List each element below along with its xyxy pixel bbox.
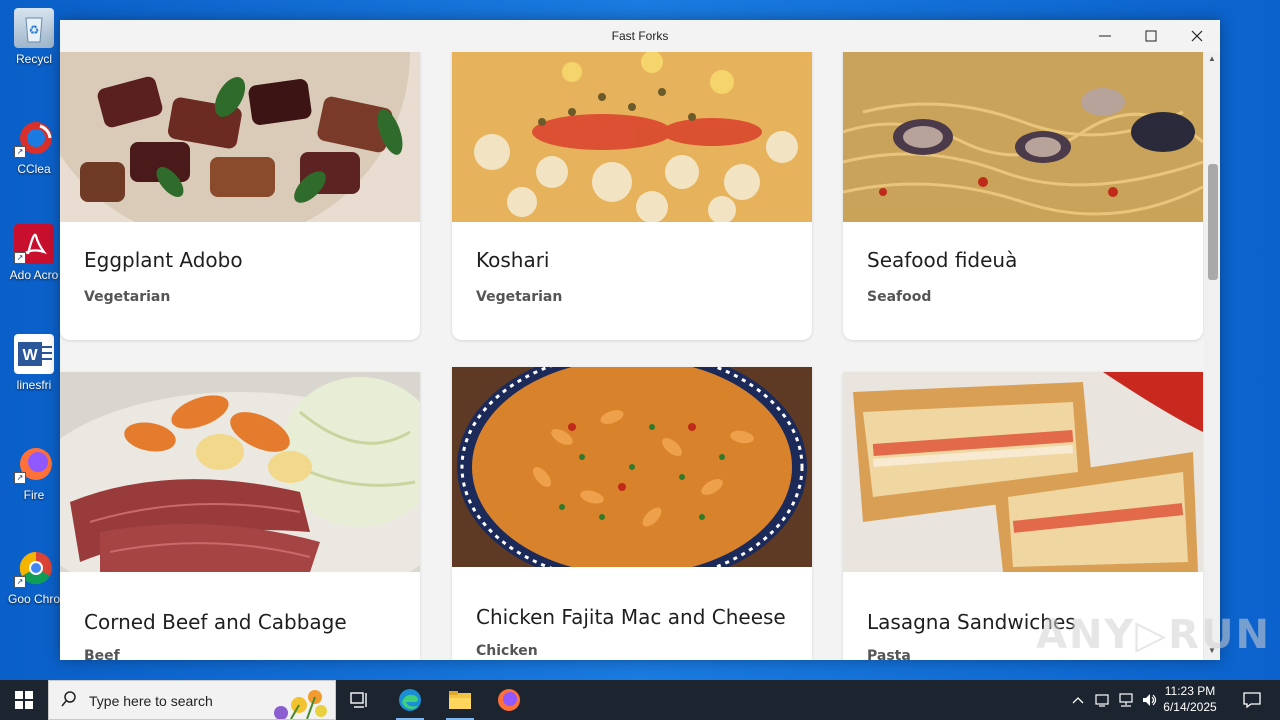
volume-icon	[1143, 694, 1157, 706]
meet-now-icon	[1095, 694, 1109, 707]
shortcut-arrow-icon: ↗	[14, 472, 26, 484]
action-center-button[interactable]	[1232, 680, 1272, 720]
meet-now-tray-button[interactable]	[1092, 680, 1112, 720]
recipe-category: Vegetarian	[476, 289, 563, 305]
desktop-icon-label: Ado Acro	[9, 268, 59, 282]
firefox-taskbar-button[interactable]	[485, 680, 533, 720]
search-placeholder: Type here to search	[89, 693, 213, 709]
koshari-photo	[452, 52, 812, 222]
shortcut-arrow-icon: ↗	[14, 576, 26, 588]
show-hidden-icons-button[interactable]	[1068, 680, 1088, 720]
desktop-icon-word-doc[interactable]: W linesfri	[4, 334, 64, 392]
taskbar-search-box[interactable]: Type here to search	[48, 680, 336, 720]
start-button[interactable]	[0, 680, 48, 720]
recipe-card-koshari[interactable]: Koshari Vegetarian	[452, 52, 812, 340]
clock-date: 6/14/2025	[1163, 700, 1217, 714]
corned-beef-photo	[60, 372, 420, 572]
maximize-icon	[1145, 30, 1157, 42]
recipe-card-eggplant-adobo[interactable]: Eggplant Adobo Vegetarian	[60, 52, 420, 340]
window-title: Fast Forks	[611, 29, 669, 43]
vertical-scrollbar[interactable]: ▲ ▼	[1204, 52, 1220, 660]
desktop-icon-label: Recycl	[15, 52, 52, 66]
lasagna-sandwich-photo	[843, 372, 1203, 572]
scroll-up-arrow-icon[interactable]: ▲	[1204, 54, 1220, 66]
edge-icon	[399, 689, 421, 711]
scroll-thumb[interactable]	[1208, 164, 1218, 280]
network-icon	[1119, 693, 1133, 707]
recipe-category: Vegetarian	[84, 289, 171, 305]
search-highlight-flowers-icon	[261, 683, 331, 720]
shortcut-arrow-icon: ↗	[14, 146, 26, 158]
recipe-card-corned-beef[interactable]: Corned Beef and Cabbage Beef	[60, 372, 420, 660]
edge-taskbar-button[interactable]	[386, 680, 434, 720]
word-document-icon: W	[14, 334, 54, 374]
seafood-fideua-photo	[843, 52, 1203, 222]
adobe-acrobat-icon: ↗	[14, 224, 54, 264]
close-button[interactable]	[1174, 20, 1220, 52]
desktop-icon-label: linesfri	[16, 378, 52, 392]
desktop-icon-chrome[interactable]: ↗ Goo Chro	[4, 548, 64, 606]
task-view-button[interactable]	[336, 680, 384, 720]
recipe-name: Eggplant Adobo	[84, 248, 243, 272]
recipe-category: Seafood	[867, 289, 932, 305]
task-view-icon	[350, 692, 367, 708]
network-tray-button[interactable]	[1116, 680, 1136, 720]
fajita-mac-photo	[452, 367, 812, 567]
notification-icon	[1243, 692, 1261, 708]
desktop-icon-label: Fire	[23, 488, 45, 502]
clock-time: 11:23 PM	[1164, 684, 1216, 698]
file-explorer-taskbar-button[interactable]	[436, 680, 484, 720]
taskbar-clock[interactable]: 11:23 PM 6/14/2025	[1160, 683, 1220, 715]
app-window: Fast Forks Eggplant Adobo Vegetarian Kos…	[60, 20, 1220, 660]
ccleaner-icon: ↗	[14, 118, 54, 158]
recipe-name: Seafood fideuà	[867, 248, 1018, 272]
recipe-name: Chicken Fajita Mac and Cheese	[476, 605, 786, 629]
svg-text:W: W	[22, 347, 38, 364]
shortcut-arrow-icon: ↗	[14, 252, 26, 264]
recycle-bin-icon: ♻	[14, 8, 54, 48]
taskbar: Type here to search 11:23 PM 6/14/2025	[0, 680, 1280, 720]
recipe-grid: Eggplant Adobo Vegetarian Koshari Vegeta…	[60, 52, 1220, 660]
file-explorer-icon	[449, 691, 471, 709]
recipe-category: Pasta	[867, 648, 911, 660]
recipe-category: Beef	[84, 648, 120, 660]
close-icon	[1191, 30, 1203, 42]
recipe-category: Chicken	[476, 643, 538, 659]
windows-logo-icon	[15, 691, 33, 709]
recipe-card-fajita-mac[interactable]: Chicken Fajita Mac and Cheese Chicken	[452, 367, 812, 660]
watermark-logo: ANY▷RUN	[1036, 612, 1271, 658]
recipe-card-seafood-fideua[interactable]: Seafood fideuà Seafood	[843, 52, 1203, 340]
title-bar[interactable]: Fast Forks	[60, 20, 1220, 52]
svg-text:♻: ♻	[29, 23, 40, 37]
chevron-up-icon	[1072, 697, 1084, 704]
desktop-icon-label: CClea	[17, 162, 51, 176]
minimize-button[interactable]	[1082, 20, 1128, 52]
maximize-button[interactable]	[1128, 20, 1174, 52]
firefox-icon	[498, 689, 520, 711]
eggplant-adobo-photo	[60, 52, 420, 222]
minimize-icon	[1099, 35, 1111, 37]
search-icon	[61, 691, 77, 712]
firefox-icon: ↗	[14, 444, 54, 484]
desktop-icon-adobe[interactable]: ↗ Ado Acro	[4, 224, 64, 282]
recipe-name: Corned Beef and Cabbage	[84, 610, 347, 634]
recipe-name: Koshari	[476, 248, 550, 272]
chrome-icon: ↗	[14, 548, 54, 588]
volume-tray-button[interactable]	[1140, 680, 1160, 720]
desktop-icon-firefox[interactable]: ↗ Fire	[4, 444, 64, 502]
desktop-icon-label: Goo Chro	[7, 592, 61, 606]
desktop-icon-recycle-bin[interactable]: ♻ Recycl	[4, 8, 64, 66]
desktop-icon-ccleaner[interactable]: ↗ CClea	[4, 118, 64, 176]
